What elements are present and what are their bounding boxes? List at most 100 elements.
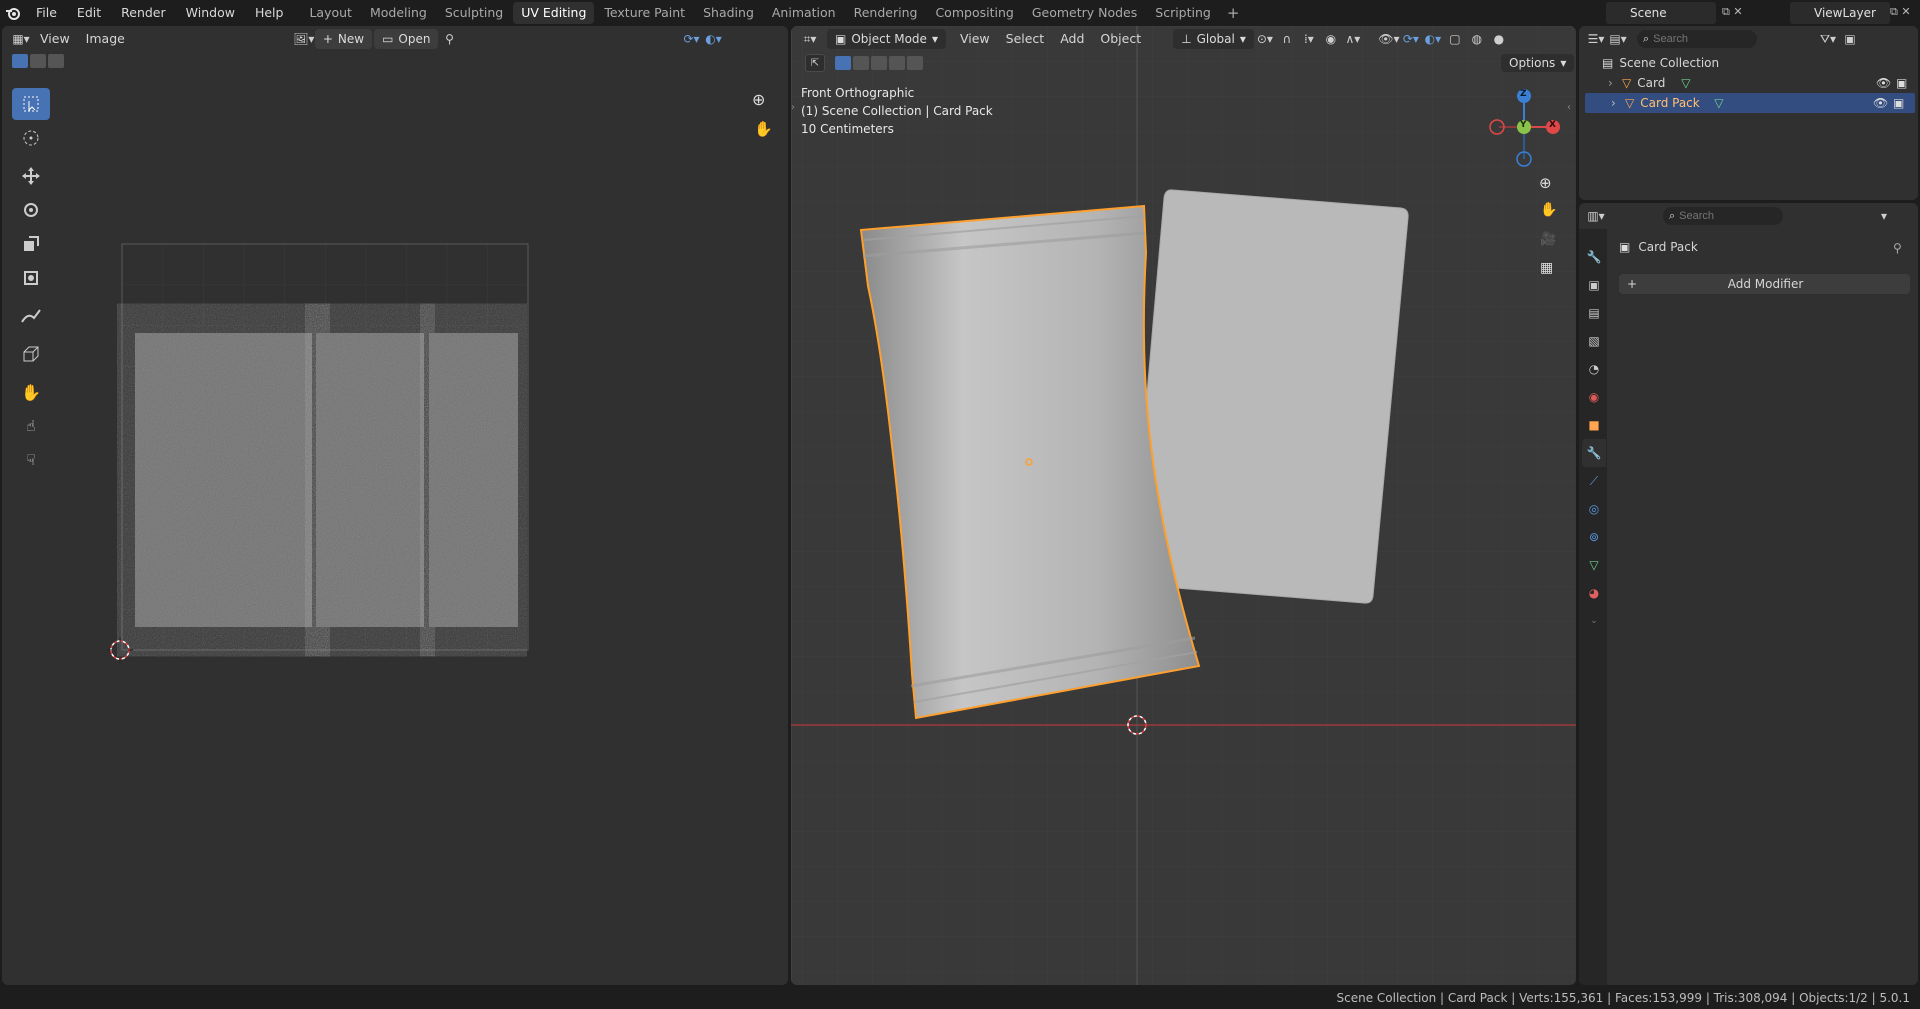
view-layer-actions-icon[interactable]: ⧉ ✕ — [1890, 5, 1911, 19]
tab-geometry-nodes[interactable]: Geometry Nodes — [1024, 2, 1145, 24]
viewport-canvas[interactable] — [791, 26, 1576, 985]
render-tab-icon[interactable]: ▣ — [1582, 271, 1606, 299]
image-browse-icon[interactable]: 🖼▾ — [293, 29, 315, 49]
scene-selector[interactable]: Scene — [1606, 2, 1716, 24]
blender-logo-icon[interactable] — [0, 0, 26, 26]
scene-tab-icon[interactable]: ◔ — [1582, 355, 1606, 383]
viewport-editor-type-icon[interactable]: ⌗▾ — [799, 29, 821, 49]
view-layer-tab-icon[interactable]: ▧ — [1582, 327, 1606, 355]
eye-icon[interactable]: 👁 — [1876, 76, 1891, 90]
particles-tab-icon[interactable]: ⟋ — [1582, 467, 1606, 495]
mesh-data-icon[interactable]: ▽ — [1681, 76, 1690, 90]
add-modifier-button[interactable]: + Add Modifier — [1619, 274, 1910, 294]
properties-editor-type-icon[interactable]: ▥▾ — [1585, 206, 1607, 226]
mesh-data-icon[interactable]: ▽ — [1714, 96, 1723, 110]
data-tab-icon[interactable]: ▽ — [1582, 551, 1606, 579]
properties-search[interactable]: ⌕ — [1663, 207, 1783, 225]
tab-compositing[interactable]: Compositing — [927, 2, 1021, 24]
xray-icon[interactable]: ▢ — [1444, 29, 1466, 49]
menu-file[interactable]: File — [26, 0, 67, 26]
tab-rendering[interactable]: Rendering — [846, 2, 926, 24]
menu-edit[interactable]: Edit — [67, 0, 111, 26]
snap-magnet-icon[interactable]: ∩ — [1276, 29, 1298, 49]
new-image-button[interactable]: + New — [314, 29, 373, 49]
ortho-grid-icon[interactable]: ▦ — [1540, 260, 1553, 276]
toolbar-toggle-icon[interactable]: › — [791, 102, 795, 113]
expand-arrow-icon[interactable]: › — [1608, 76, 1622, 90]
view-layer-selector[interactable]: ViewLayer — [1790, 2, 1890, 24]
open-image-button[interactable]: ▭ Open — [374, 29, 439, 49]
uv-menu-image[interactable]: Image — [78, 28, 133, 50]
camera-render-icon[interactable]: ▣ — [1893, 96, 1904, 110]
tab-animation[interactable]: Animation — [764, 2, 844, 24]
vp-select-new-icon[interactable] — [835, 56, 851, 70]
falloff-icon[interactable]: ∧▾ — [1342, 29, 1364, 49]
card-object[interactable] — [1130, 189, 1409, 604]
new-collection-icon[interactable]: ▣ — [1839, 29, 1861, 49]
properties-options-icon[interactable]: ▾ — [1873, 206, 1895, 226]
sidebar-toggle-icon[interactable]: ‹ — [1567, 102, 1571, 113]
menu-help[interactable]: Help — [245, 0, 294, 26]
uv-island-2[interactable] — [316, 333, 424, 627]
add-workspace-icon[interactable]: + — [1221, 4, 1246, 22]
overlays-icon[interactable]: ◐▾ — [1422, 29, 1444, 49]
pivot-icon[interactable]: ⊙▾ — [1254, 29, 1276, 49]
tab-shading[interactable]: Shading — [695, 2, 762, 24]
tab-sculpting[interactable]: Sculpting — [437, 2, 511, 24]
viewport-pan-icon[interactable]: ✋ — [1540, 202, 1557, 218]
wireframe-shading-icon[interactable]: ◍ — [1466, 29, 1488, 49]
filter-icon[interactable]: ⛛▾ — [1817, 29, 1839, 49]
outliner-item-card[interactable]: › ▽ Card ▽ 👁 ▣ — [1582, 73, 1918, 93]
pin-icon[interactable]: ⚲ — [438, 29, 460, 49]
tab-scripting[interactable]: Scripting — [1147, 2, 1219, 24]
viewport-menu-object[interactable]: Object — [1092, 28, 1149, 50]
camera-render-icon[interactable]: ▣ — [1896, 76, 1907, 90]
outliner-item-card-pack[interactable]: › ▽ Card Pack ▽ 👁 ▣ — [1585, 93, 1915, 113]
menu-window[interactable]: Window — [176, 0, 245, 26]
object-tab-icon[interactable]: ■ — [1582, 411, 1606, 439]
vp-select-invert-icon[interactable] — [889, 56, 905, 70]
mode-selector[interactable]: ▣ Object Mode ▾ — [827, 29, 946, 49]
select-tool-icon[interactable]: ⇱ — [805, 54, 825, 72]
output-tab-icon[interactable]: ▤ — [1582, 299, 1606, 327]
vp-select-subtract-icon[interactable] — [871, 56, 887, 70]
modifier-tab-icon[interactable]: 🔧 — [1582, 439, 1606, 467]
uv-canvas[interactable] — [2, 52, 788, 985]
viewport-menu-view[interactable]: View — [952, 28, 998, 50]
outliner-search-input[interactable] — [1653, 33, 1744, 45]
uv-island-3[interactable] — [429, 333, 518, 627]
vp-select-extend-icon[interactable] — [853, 56, 869, 70]
options-button[interactable]: Options ▾ — [1501, 54, 1575, 72]
viewport-zoom-icon[interactable]: ⊕ — [1539, 174, 1552, 192]
proportional-edit-icon[interactable]: ◉ — [1320, 29, 1342, 49]
menu-render[interactable]: Render — [111, 0, 176, 26]
visibility-icon[interactable]: 👁▾ — [1378, 29, 1400, 49]
editor-type-icon[interactable]: ▦▾ — [10, 29, 32, 49]
tab-layout[interactable]: Layout — [301, 2, 360, 24]
eye-icon[interactable]: 👁 — [1873, 96, 1888, 110]
outliner-editor-type-icon[interactable]: ☰▾ — [1585, 29, 1607, 49]
material-tab-icon[interactable]: ◕ — [1582, 579, 1606, 607]
snap-grid-icon[interactable]: ⁞▾ — [1298, 29, 1320, 49]
tab-modeling[interactable]: Modeling — [362, 2, 435, 24]
snap-icon[interactable]: ⟳▾ — [680, 29, 702, 49]
display-mode-icon[interactable]: ▤▾ — [1607, 29, 1629, 49]
solid-shading-icon[interactable]: ● — [1488, 29, 1510, 49]
tab-texture-paint[interactable]: Texture Paint — [596, 2, 693, 24]
vp-select-intersect-icon[interactable] — [907, 56, 923, 70]
tab-uv-editing[interactable]: UV Editing — [513, 2, 595, 24]
overlay-icon[interactable]: ◐▾ — [702, 29, 724, 49]
viewport-menu-add[interactable]: Add — [1052, 28, 1092, 50]
physics-tab-icon[interactable]: ◎ — [1582, 495, 1606, 523]
tool-tab-icon[interactable]: 🔧 — [1582, 243, 1606, 271]
properties-search-input[interactable] — [1679, 210, 1770, 222]
more-tabs-icon[interactable]: ⌄ — [1582, 607, 1606, 635]
constraints-tab-icon[interactable]: ⊚ — [1582, 523, 1606, 551]
pin-icon[interactable]: ⚲ — [1893, 241, 1902, 255]
uv-island-1[interactable] — [135, 333, 312, 627]
world-tab-icon[interactable]: ◉ — [1582, 383, 1606, 411]
gizmo-toggle-icon[interactable]: ⟳▾ — [1400, 29, 1422, 49]
scene-actions-icon[interactable]: ⧉ ✕ — [1722, 5, 1772, 21]
outliner-search[interactable]: ⌕ — [1637, 30, 1757, 48]
uv-menu-view[interactable]: View — [32, 28, 78, 50]
